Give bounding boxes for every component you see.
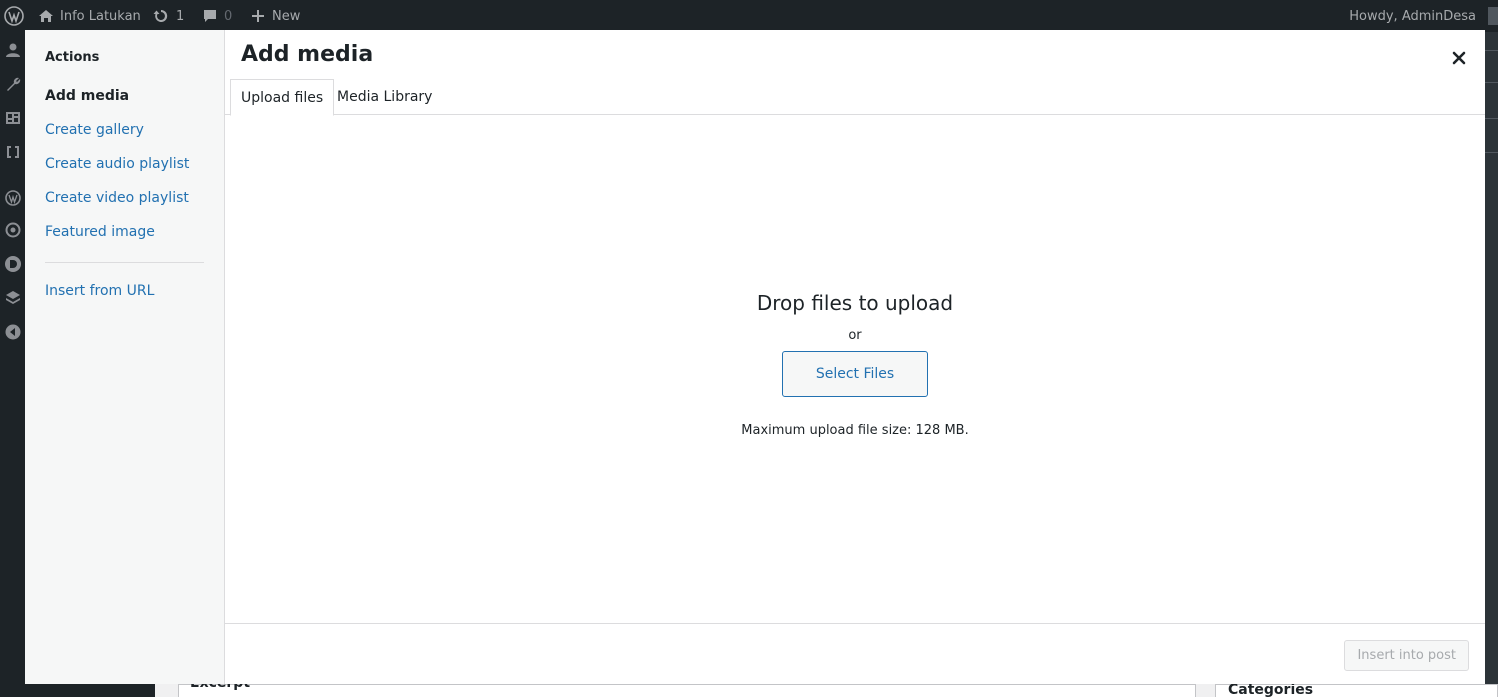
select-files-button[interactable]: Select Files: [782, 351, 928, 397]
home-icon: [39, 10, 53, 22]
collapse-menu-icon[interactable]: [5, 324, 21, 340]
updates-count: 1: [176, 8, 185, 24]
background-sidebar-sliver: [1485, 32, 1498, 684]
wordpress-circle-icon[interactable]: [5, 190, 21, 206]
insert-into-post-button[interactable]: Insert into post: [1344, 640, 1469, 671]
media-menu: Actions Add media Create gallery Create …: [25, 30, 225, 684]
menu-heading: Actions: [45, 50, 100, 65]
updates-icon: [153, 9, 168, 22]
router-tabs: Upload files Media Library: [225, 79, 1485, 116]
tab-upload-files[interactable]: Upload files: [230, 79, 335, 116]
upload-dropzone[interactable]: Drop files to upload or Select Files Max…: [225, 115, 1485, 623]
my-account-link[interactable]: Howdy, AdminDesa: [1349, 0, 1498, 32]
tools-icon[interactable]: [5, 76, 21, 92]
site-name: Info Latukan: [60, 8, 141, 24]
menu-item-featured-image[interactable]: Featured image: [45, 224, 155, 240]
plus-icon: [252, 10, 264, 22]
site-name-link[interactable]: Info Latukan: [38, 0, 141, 32]
settings-grid-icon[interactable]: [5, 110, 21, 126]
menu-item-create-gallery[interactable]: Create gallery: [45, 122, 144, 138]
wordpress-logo-icon[interactable]: [4, 0, 24, 32]
menu-item-insert-from-url[interactable]: Insert from URL: [45, 283, 154, 299]
max-upload-size-text: Maximum upload file size: 128 MB.: [741, 423, 969, 438]
comment-icon: [204, 10, 216, 22]
updates-link[interactable]: 1: [152, 0, 184, 32]
drop-files-heading: Drop files to upload: [756, 291, 954, 315]
divi-icon[interactable]: [5, 256, 21, 272]
plugin-gear-icon[interactable]: [5, 222, 21, 238]
layers-icon[interactable]: [5, 290, 21, 306]
modal-title: Add media: [241, 42, 374, 67]
shortcode-icon[interactable]: [5, 144, 21, 160]
admin-bar: Info Latukan 1 0 New Howdy, AdminDesa: [0, 0, 1498, 32]
howdy-text: Howdy, AdminDesa: [1349, 8, 1476, 24]
comments-count: 0: [224, 8, 233, 24]
menu-item-add-media[interactable]: Add media: [45, 88, 129, 104]
media-toolbar: Insert into post: [225, 623, 1485, 684]
users-icon[interactable]: [5, 42, 21, 58]
menu-item-create-audio-playlist[interactable]: Create audio playlist: [45, 156, 189, 172]
excerpt-postbox: [178, 684, 1196, 697]
close-button[interactable]: [1445, 44, 1473, 72]
avatar: [1488, 7, 1498, 25]
admin-menu: [0, 32, 25, 697]
media-modal: Actions Add media Create gallery Create …: [25, 30, 1485, 684]
close-icon: [1452, 51, 1466, 65]
menu-separator: [45, 262, 204, 263]
or-text: or: [848, 328, 862, 343]
comments-link[interactable]: 0: [202, 0, 232, 32]
tab-media-library[interactable]: Media Library: [327, 79, 442, 115]
categories-heading: Categories: [1228, 682, 1314, 697]
menu-item-create-video-playlist[interactable]: Create video playlist: [45, 190, 189, 206]
new-label: New: [272, 8, 301, 24]
new-content-link[interactable]: New: [250, 0, 300, 32]
